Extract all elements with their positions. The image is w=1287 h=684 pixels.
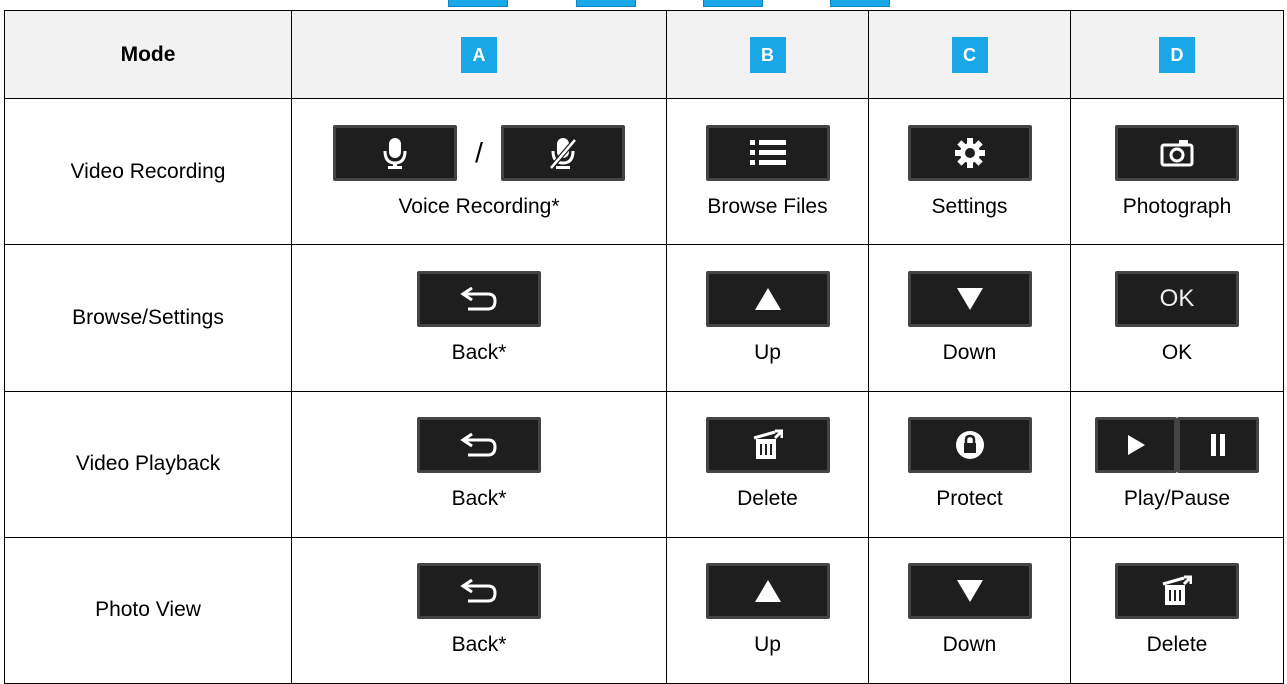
column-badge-c: C — [951, 36, 988, 73]
button-caption: Delete — [737, 487, 798, 511]
pause-icon — [1211, 434, 1225, 457]
column-badge-a: A — [461, 36, 497, 73]
down-triangle-icon — [956, 580, 983, 603]
button-caption: Delete — [1146, 633, 1208, 657]
button-caption: Back* — [451, 340, 507, 364]
play-icon — [1128, 435, 1145, 456]
gear-icon — [954, 137, 985, 168]
button-caption: Back* — [451, 633, 507, 657]
mode-header-cell: Mode — [4, 9, 292, 100]
button-caption: Play/Pause — [1123, 487, 1231, 511]
lock-icon — [955, 431, 984, 460]
trash-icon — [753, 429, 783, 460]
button-caption: Protect — [936, 487, 1003, 511]
column-badge-b: B — [749, 36, 786, 73]
up-triangle-icon — [754, 580, 781, 603]
down-button[interactable] — [907, 270, 1032, 327]
list-icon — [749, 139, 786, 165]
button-caption: Browse Files — [707, 194, 828, 218]
cell-b: Delete — [666, 390, 869, 538]
browse-files-button[interactable] — [705, 124, 830, 181]
cell-d: Delete — [1070, 536, 1284, 684]
separator: / — [475, 136, 483, 168]
cell-a: Back* — [291, 390, 667, 538]
down-button[interactable] — [907, 563, 1032, 620]
header-cell-b: B — [666, 9, 869, 100]
ok-button[interactable]: OK — [1115, 270, 1239, 327]
table-row: Browse/Settings Back* Up Down OK OK — [4, 244, 1284, 392]
header-cell-d: D — [1070, 9, 1284, 100]
button-caption: Down — [942, 633, 997, 657]
button-caption: Photograph — [1122, 194, 1232, 218]
cell-a: Back* — [291, 244, 667, 392]
cell-c: Down — [868, 536, 1071, 684]
microphone-icon — [383, 137, 407, 169]
top-tab-d — [830, 0, 890, 7]
mode-header: Mode — [120, 42, 176, 66]
camera-icon — [1160, 139, 1194, 167]
microphone-muted-button[interactable] — [500, 124, 625, 181]
button-caption: OK — [1161, 340, 1193, 364]
cell-b: Up — [666, 536, 869, 684]
trash-icon — [1162, 575, 1192, 606]
top-tab-b — [576, 0, 636, 7]
delete-button[interactable] — [705, 417, 830, 474]
header-cell-a: A — [291, 9, 667, 100]
button-caption: Up — [754, 340, 781, 364]
button-caption: Settings — [931, 194, 1008, 218]
down-triangle-icon — [956, 287, 983, 310]
mode-cell: Video Playback — [4, 390, 292, 538]
cell-c: Protect — [868, 390, 1071, 538]
mode-cell: Video Recording — [4, 98, 292, 246]
back-button[interactable] — [417, 270, 541, 327]
pause-button[interactable] — [1177, 417, 1259, 474]
protect-button[interactable] — [907, 417, 1032, 474]
top-tab-strip — [0, 0, 1287, 8]
back-button[interactable] — [417, 563, 541, 620]
play-pause-group — [1095, 417, 1259, 474]
cell-d: OK OK — [1070, 244, 1284, 392]
column-badge-d: D — [1159, 36, 1195, 73]
button-caption: Down — [942, 340, 997, 364]
cell-b: Browse Files — [666, 98, 869, 246]
microphone-muted-icon — [548, 137, 577, 170]
table-row: Video Recording / Voice Recording* Brows… — [4, 98, 1284, 246]
table-header-row: Mode A B C D — [4, 9, 1284, 100]
up-triangle-icon — [754, 287, 781, 310]
back-arrow-icon — [460, 432, 497, 457]
back-button[interactable] — [417, 417, 541, 474]
cell-b: Up — [666, 244, 869, 392]
cell-a: / Voice Recording* — [291, 98, 667, 246]
table-row: Video Playback Back* Delete Protect Play… — [4, 390, 1284, 538]
button-caption: Up — [754, 633, 781, 657]
delete-button[interactable] — [1115, 563, 1239, 620]
button-caption: Back* — [451, 487, 507, 511]
play-button[interactable] — [1095, 417, 1177, 474]
cell-a: Back* — [291, 536, 667, 684]
microphone-button[interactable] — [333, 124, 458, 181]
top-tab-c — [703, 0, 763, 7]
header-cell-c: C — [868, 9, 1071, 100]
button-function-table: Mode A B C D Video Recording / Voice Rec… — [4, 9, 1284, 684]
mode-cell: Photo View — [4, 536, 292, 684]
photograph-button[interactable] — [1115, 124, 1239, 181]
up-button[interactable] — [705, 270, 830, 327]
mode-cell: Browse/Settings — [4, 244, 292, 392]
up-button[interactable] — [705, 563, 830, 620]
back-arrow-icon — [460, 286, 497, 311]
top-tab-a — [448, 0, 508, 7]
cell-d: Play/Pause — [1070, 390, 1284, 538]
table-row: Photo View Back* Up Down Delete — [4, 536, 1284, 684]
cell-c: Down — [868, 244, 1071, 392]
settings-button[interactable] — [907, 124, 1032, 181]
button-caption: Voice Recording* — [398, 194, 560, 218]
cell-d: Photograph — [1070, 98, 1284, 246]
back-arrow-icon — [460, 579, 497, 603]
cell-c: Settings — [868, 98, 1071, 246]
